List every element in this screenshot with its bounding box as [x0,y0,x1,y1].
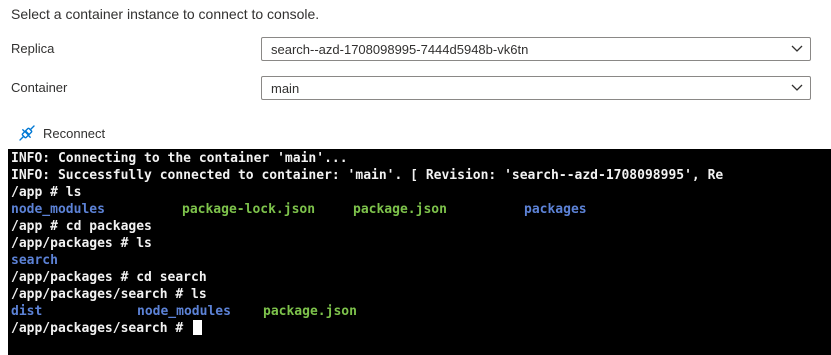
terminal-line: /app/packages/search # ls [11,287,207,302]
chevron-down-icon [791,45,803,52]
terminal-line: /app # cd packages [11,219,152,234]
ls-output-line: search [11,252,811,269]
ls-entry-package-json: package.json [263,304,357,319]
ls-entry-node-modules: node_modules [137,304,231,319]
terminal-cursor [193,320,203,335]
ls-entry-search: search [11,253,58,268]
replica-select[interactable]: search--azd-1708098995-7444d5948b-vk6tn [261,37,811,61]
ls-entry-package-json: package.json [353,202,447,217]
replica-select-value: search--azd-1708098995-7444d5948b-vk6tn [271,42,529,57]
ls-entry-dist: dist [11,304,43,319]
reconnect-label: Reconnect [43,125,106,141]
ls-entry-node-modules: node_modules [11,202,105,217]
terminal-line: /app # ls [11,185,82,200]
ls-output-line: node_modules package-lock.json package.j… [11,201,811,218]
terminal-prompt: /app/packages/search # [11,321,192,336]
reconnect-button[interactable]: Reconnect [18,123,105,143]
ls-output-line: dist node_modules package.json [11,303,811,320]
replica-label: Replica [11,41,55,56]
container-select[interactable]: main [261,76,811,100]
container-select-value: main [271,81,300,96]
ls-entry-packages: packages [524,202,587,217]
ls-entry-package-lock-json: package-lock.json [182,202,316,217]
chevron-down-icon [791,84,803,91]
terminal-prompt-line[interactable]: /app/packages/search # [11,320,203,337]
terminal-line: INFO: Connecting to the container 'main'… [11,151,348,166]
instruction-text: Select a container instance to connect t… [11,6,320,22]
terminal-line: INFO: Successfully connected to containe… [11,168,724,183]
container-label: Container [11,80,68,95]
terminal-line: /app/packages # ls [11,236,152,251]
plug-icon [19,125,35,141]
console-terminal[interactable]: INFO: Connecting to the container 'main'… [8,149,831,355]
terminal-line: /app/packages # cd search [11,270,207,285]
